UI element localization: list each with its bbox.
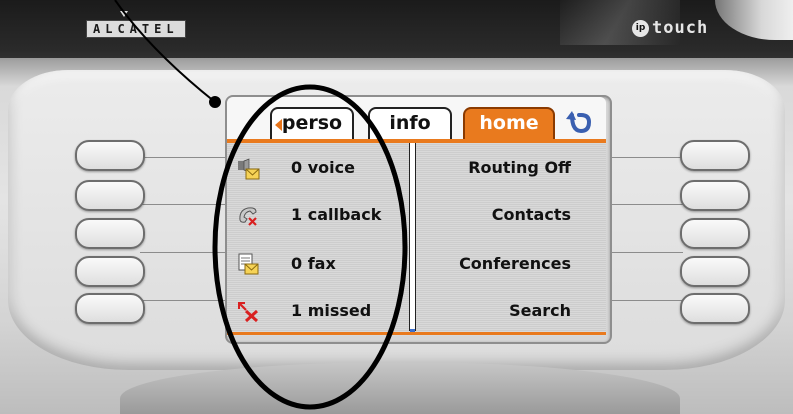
missed-calls-item[interactable]: 1 missed — [291, 301, 371, 320]
tab-home[interactable]: home — [463, 107, 555, 141]
back-arrow-icon[interactable] — [563, 107, 595, 137]
key-line — [607, 252, 683, 253]
conferences-item[interactable]: Conferences — [401, 254, 571, 273]
left-soft-key-3[interactable] — [75, 218, 145, 249]
contacts-item[interactable]: Contacts — [401, 205, 571, 224]
key-line — [140, 300, 226, 301]
right-soft-key-3[interactable] — [680, 218, 750, 249]
fax-item[interactable]: 0 fax — [291, 254, 336, 273]
left-soft-key-5[interactable] — [75, 293, 145, 324]
search-item[interactable]: Search — [401, 301, 571, 320]
tab-perso[interactable]: perso — [270, 107, 354, 141]
product-name: touch — [652, 18, 709, 38]
screen-bottom-rule — [227, 332, 606, 335]
left-soft-key-1[interactable] — [75, 140, 145, 171]
right-soft-key-4[interactable] — [680, 256, 750, 287]
left-soft-key-2[interactable] — [75, 180, 145, 211]
right-soft-key-1[interactable] — [680, 140, 750, 171]
key-line — [140, 204, 226, 205]
callback-item[interactable]: 1 callback — [291, 205, 381, 224]
right-soft-key-2[interactable] — [680, 180, 750, 211]
tab-label: info — [389, 112, 431, 134]
routing-item[interactable]: Routing Off — [401, 158, 571, 177]
voicemail-icon — [238, 158, 260, 180]
callback-icon — [239, 207, 257, 226]
key-line — [607, 157, 683, 158]
key-line — [607, 204, 683, 205]
ip-touch-phone: ALCATEL ip touch perso info home 0 voice… — [0, 0, 793, 414]
tab-label: home — [479, 112, 539, 134]
brand-marker-icon — [120, 11, 128, 17]
tab-info[interactable]: info — [368, 107, 452, 141]
brand-logo: ALCATEL — [86, 20, 186, 38]
voice-messages-item[interactable]: 0 voice — [291, 158, 355, 177]
right-soft-key-5[interactable] — [680, 293, 750, 324]
key-line — [140, 252, 226, 253]
left-soft-key-4[interactable] — [75, 256, 145, 287]
tab-left-arrow-icon — [275, 119, 282, 131]
product-badge: ip touch — [632, 17, 708, 39]
ip-logo-icon: ip — [632, 19, 649, 37]
missed-call-icon — [238, 302, 259, 323]
fax-icon — [238, 253, 259, 275]
key-line — [140, 157, 226, 158]
key-line — [607, 300, 683, 301]
tab-label: perso — [281, 112, 343, 134]
